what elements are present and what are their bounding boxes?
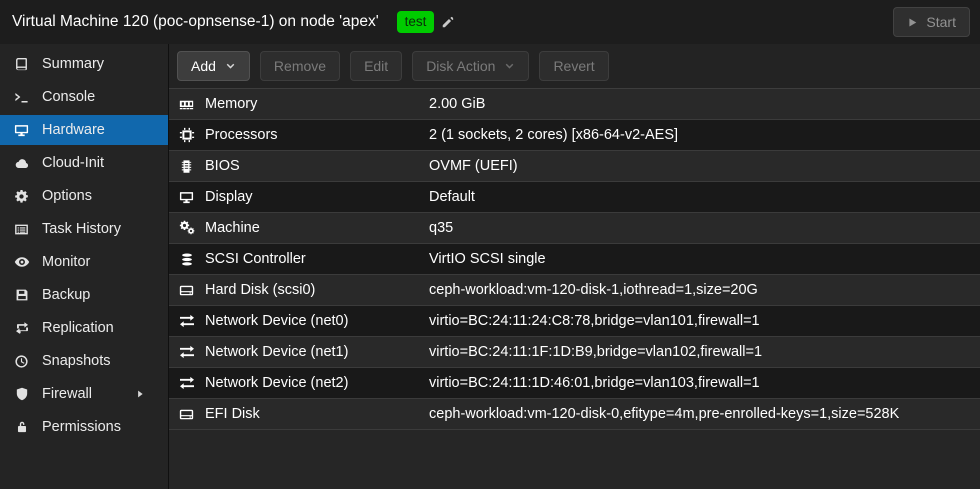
- database-icon: [178, 252, 195, 267]
- table-row-hard-disk-scsi0[interactable]: Hard Disk (scsi0) ceph-workload:vm-120-d…: [169, 275, 980, 306]
- row-label: Hard Disk (scsi0): [205, 282, 429, 298]
- row-value: 2 (1 sockets, 2 cores) [x86-64-v2-AES]: [429, 127, 678, 143]
- sidebar-item-console[interactable]: Console: [0, 82, 168, 112]
- hardware-toolbar: Add Remove Edit Disk Action Revert: [169, 44, 980, 89]
- sidebar-item-cloud-init[interactable]: Cloud-Init: [0, 148, 168, 178]
- row-value: OVMF (UEFI): [429, 158, 518, 174]
- sidebar-item-task-history[interactable]: Task History: [0, 214, 168, 244]
- sidebar-item-label: Cloud-Init: [42, 155, 104, 171]
- vm-header: Virtual Machine 120 (poc-opnsense-1) on …: [0, 0, 980, 44]
- row-label: Machine: [205, 220, 429, 236]
- terminal-icon: [13, 90, 30, 105]
- network-exchange-icon: [178, 313, 195, 329]
- row-label: Processors: [205, 127, 429, 143]
- add-button[interactable]: Add: [177, 51, 250, 81]
- hdd-icon: [178, 283, 195, 298]
- row-value: ceph-workload:vm-120-disk-0,efitype=4m,p…: [429, 406, 899, 422]
- revert-button[interactable]: Revert: [539, 51, 608, 81]
- table-row-network-net2[interactable]: Network Device (net2) virtio=BC:24:11:1D…: [169, 368, 980, 399]
- memory-icon: [178, 97, 195, 112]
- chevron-down-icon: [225, 61, 236, 72]
- row-value: virtio=BC:24:11:24:C8:78,bridge=vlan101,…: [429, 313, 760, 329]
- sidebar-item-permissions[interactable]: Permissions: [0, 412, 168, 442]
- sidebar-item-options[interactable]: Options: [0, 181, 168, 211]
- edit-tags-pencil-icon[interactable]: [441, 15, 455, 29]
- disk-action-button[interactable]: Disk Action: [412, 51, 529, 81]
- row-label: BIOS: [205, 158, 429, 174]
- list-icon: [13, 222, 30, 237]
- vm-tag-test: test: [397, 11, 435, 33]
- sidebar-item-label: Backup: [42, 287, 90, 303]
- table-row-scsi-controller[interactable]: SCSI Controller VirtIO SCSI single: [169, 244, 980, 275]
- sidebar-item-summary[interactable]: Summary: [0, 49, 168, 79]
- table-row-processors[interactable]: Processors 2 (1 sockets, 2 cores) [x86-6…: [169, 120, 980, 151]
- sidebar-item-label: Replication: [42, 320, 114, 336]
- network-exchange-icon: [178, 344, 195, 360]
- network-exchange-icon: [178, 375, 195, 391]
- sidebar-item-replication[interactable]: Replication: [0, 313, 168, 343]
- sidebar-item-label: Snapshots: [42, 353, 111, 369]
- sidebar-item-backup[interactable]: Backup: [0, 280, 168, 310]
- row-value: virtio=BC:24:11:1D:46:01,bridge=vlan103,…: [429, 375, 760, 391]
- display-icon: [178, 190, 195, 205]
- chevron-down-icon: [504, 61, 515, 72]
- vm-menu-sidebar: Summary Console Hardware Cloud-Init Opti…: [0, 44, 169, 489]
- history-icon: [13, 354, 30, 369]
- shield-icon: [13, 387, 30, 401]
- row-value: Default: [429, 189, 475, 205]
- page-title: Virtual Machine 120 (poc-opnsense-1) on …: [12, 13, 379, 31]
- remove-button[interactable]: Remove: [260, 51, 340, 81]
- table-row-efi-disk[interactable]: EFI Disk ceph-workload:vm-120-disk-0,efi…: [169, 399, 980, 430]
- edit-button[interactable]: Edit: [350, 51, 402, 81]
- gear-icon: [13, 189, 30, 204]
- sidebar-item-label: Summary: [42, 56, 104, 72]
- row-value: q35: [429, 220, 453, 236]
- caret-right-icon: [134, 388, 146, 400]
- book-icon: [13, 57, 30, 72]
- start-button[interactable]: Start: [893, 7, 970, 37]
- table-row-network-net1[interactable]: Network Device (net1) virtio=BC:24:11:1F…: [169, 337, 980, 368]
- cloud-icon: [13, 156, 30, 171]
- hdd-icon: [178, 407, 195, 422]
- cpu-icon: [178, 127, 195, 143]
- floppy-icon: [13, 288, 30, 302]
- table-row-bios[interactable]: BIOS OVMF (UEFI): [169, 151, 980, 182]
- row-label: Network Device (net0): [205, 313, 429, 329]
- row-label: Network Device (net1): [205, 344, 429, 360]
- sidebar-item-label: Options: [42, 188, 92, 204]
- row-label: Memory: [205, 96, 429, 112]
- sidebar-item-label: Monitor: [42, 254, 90, 270]
- sidebar-item-label: Task History: [42, 221, 121, 237]
- sidebar-item-monitor[interactable]: Monitor: [0, 247, 168, 277]
- cogs-icon: [178, 220, 195, 236]
- table-row-memory[interactable]: Memory 2.00 GiB: [169, 89, 980, 120]
- hardware-table: Memory 2.00 GiB Processors 2 (1 sockets,…: [169, 89, 980, 430]
- row-value: VirtIO SCSI single: [429, 251, 546, 267]
- desktop-icon: [13, 123, 30, 138]
- eye-icon: [13, 254, 30, 270]
- microchip-icon: [178, 159, 195, 174]
- table-row-machine[interactable]: Machine q35: [169, 213, 980, 244]
- row-value: 2.00 GiB: [429, 96, 485, 112]
- play-icon: [907, 17, 918, 28]
- retweet-icon: [13, 320, 30, 336]
- row-label: Network Device (net2): [205, 375, 429, 391]
- sidebar-item-label: Console: [42, 89, 95, 105]
- sidebar-item-firewall[interactable]: Firewall: [0, 379, 168, 409]
- sidebar-item-hardware[interactable]: Hardware: [0, 115, 168, 145]
- row-label: SCSI Controller: [205, 251, 429, 267]
- row-value: virtio=BC:24:11:1F:1D:B9,bridge=vlan102,…: [429, 344, 762, 360]
- table-row-display[interactable]: Display Default: [169, 182, 980, 213]
- sidebar-item-label: Hardware: [42, 122, 105, 138]
- sidebar-item-label: Permissions: [42, 419, 121, 435]
- sidebar-item-label: Firewall: [42, 386, 92, 402]
- row-value: ceph-workload:vm-120-disk-1,iothread=1,s…: [429, 282, 758, 298]
- row-label: Display: [205, 189, 429, 205]
- sidebar-item-snapshots[interactable]: Snapshots: [0, 346, 168, 376]
- table-row-network-net0[interactable]: Network Device (net0) virtio=BC:24:11:24…: [169, 306, 980, 337]
- unlock-icon: [13, 420, 30, 434]
- hardware-panel: Add Remove Edit Disk Action Revert Memor…: [169, 44, 980, 489]
- row-label: EFI Disk: [205, 406, 429, 422]
